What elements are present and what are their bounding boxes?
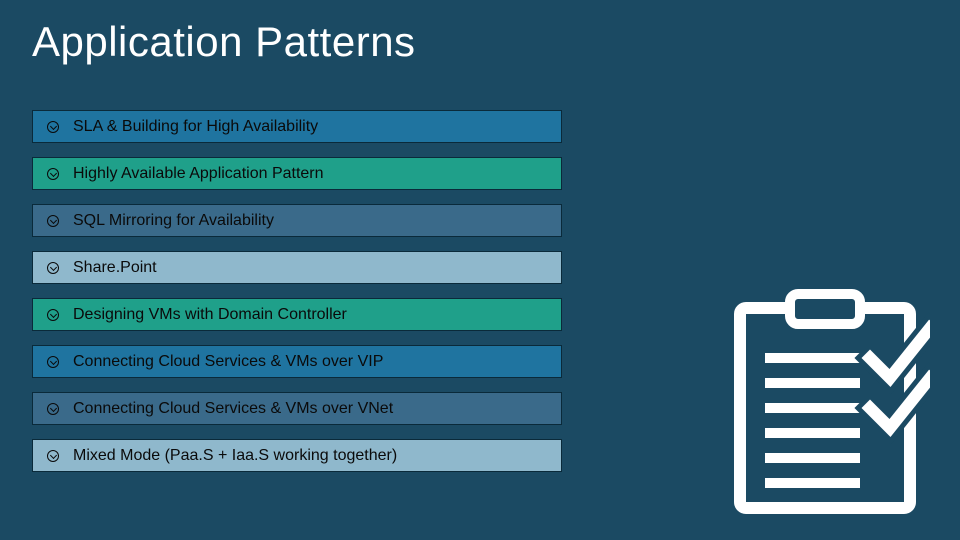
pattern-list: SLA & Building for High Availability Hig… bbox=[32, 110, 562, 486]
bullet-icon bbox=[47, 450, 59, 462]
list-item: SQL Mirroring for Availability bbox=[32, 204, 562, 237]
list-item: Connecting Cloud Services & VMs over VNe… bbox=[32, 392, 562, 425]
list-item-label: Connecting Cloud Services & VMs over VIP bbox=[73, 353, 383, 371]
bullet-icon bbox=[47, 262, 59, 274]
list-item: Designing VMs with Domain Controller bbox=[32, 298, 562, 331]
list-item-bar: Connecting Cloud Services & VMs over VIP bbox=[32, 345, 562, 378]
list-item-bar: Highly Available Application Pattern bbox=[32, 157, 562, 190]
list-item-bar: Connecting Cloud Services & VMs over VNe… bbox=[32, 392, 562, 425]
list-item: Share.Point bbox=[32, 251, 562, 284]
bullet-icon bbox=[47, 121, 59, 133]
clipboard-checklist-icon bbox=[720, 288, 930, 518]
list-item: Highly Available Application Pattern bbox=[32, 157, 562, 190]
list-item-bar: SLA & Building for High Availability bbox=[32, 110, 562, 143]
list-item-bar: Share.Point bbox=[32, 251, 562, 284]
page-title: Application Patterns bbox=[0, 0, 960, 66]
list-item-bar: Mixed Mode (Paa.S + Iaa.S working togeth… bbox=[32, 439, 562, 472]
bullet-icon bbox=[47, 356, 59, 368]
list-item: Connecting Cloud Services & VMs over VIP bbox=[32, 345, 562, 378]
list-item: SLA & Building for High Availability bbox=[32, 110, 562, 143]
list-item: Mixed Mode (Paa.S + Iaa.S working togeth… bbox=[32, 439, 562, 472]
list-item-label: Designing VMs with Domain Controller bbox=[73, 306, 347, 324]
list-item-bar: SQL Mirroring for Availability bbox=[32, 204, 562, 237]
bullet-icon bbox=[47, 168, 59, 180]
list-item-label: Share.Point bbox=[73, 259, 157, 277]
bullet-icon bbox=[47, 309, 59, 321]
list-item-label: SQL Mirroring for Availability bbox=[73, 212, 274, 230]
list-item-label: Connecting Cloud Services & VMs over VNe… bbox=[73, 400, 393, 418]
bullet-icon bbox=[47, 215, 59, 227]
list-item-bar: Designing VMs with Domain Controller bbox=[32, 298, 562, 331]
list-item-label: SLA & Building for High Availability bbox=[73, 118, 318, 136]
bullet-icon bbox=[47, 403, 59, 415]
list-item-label: Mixed Mode (Paa.S + Iaa.S working togeth… bbox=[73, 447, 397, 465]
list-item-label: Highly Available Application Pattern bbox=[73, 165, 324, 183]
